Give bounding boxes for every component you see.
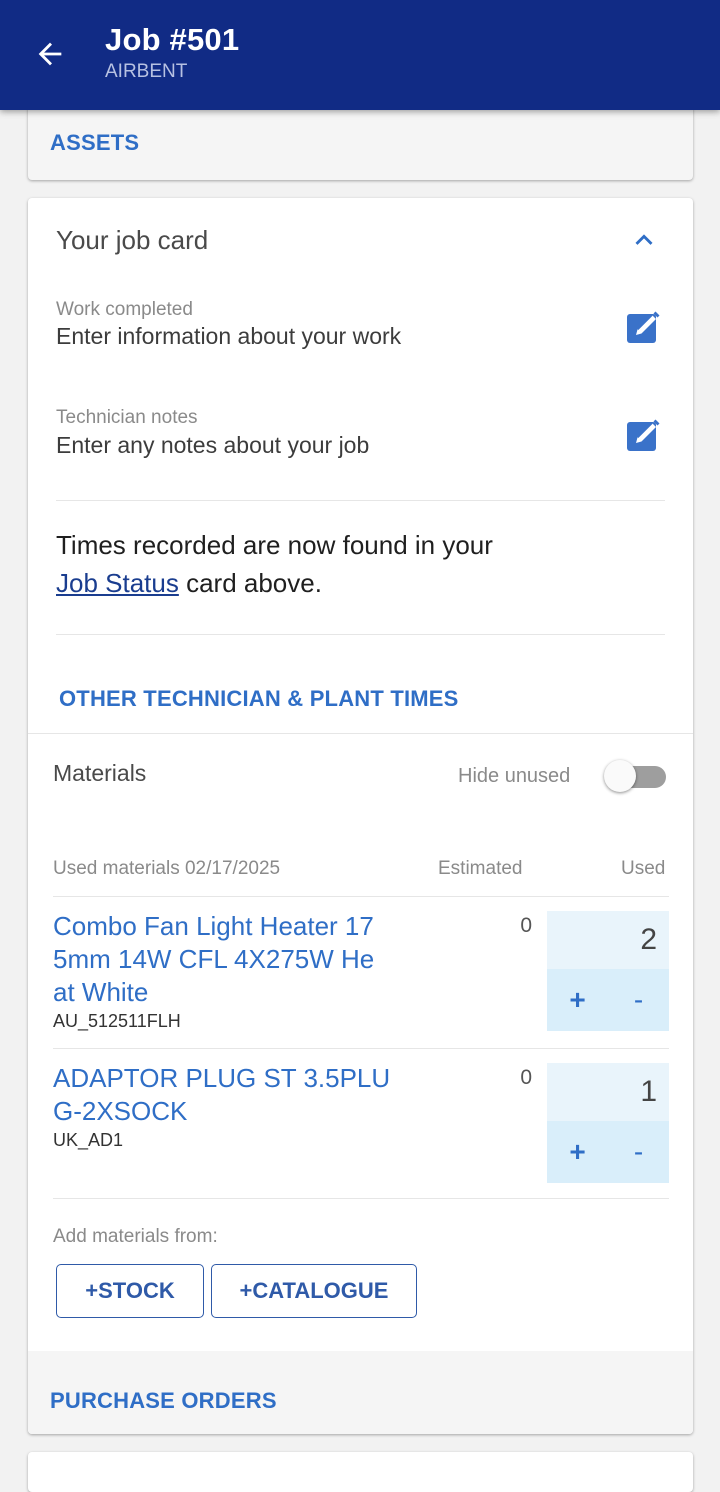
- work-completed-field[interactable]: Enter information about your work: [56, 323, 401, 350]
- work-completed-label: Work completed: [56, 299, 193, 320]
- divider: [56, 634, 665, 635]
- app-bar: Job #501 AIRBENT: [0, 0, 720, 110]
- material-name-line: Combo Fan Light Heater 17: [53, 911, 374, 941]
- material-name-line: ADAPTOR PLUG ST 3.5PLU: [53, 1063, 391, 1093]
- hide-unused-label: Hide unused: [458, 765, 571, 787]
- estimated-value: 0: [520, 1066, 532, 1089]
- quantity-stepper: 1 + -: [547, 1063, 669, 1183]
- quantity-stepper: 2 + -: [547, 911, 669, 1031]
- divider: [28, 733, 693, 734]
- divider: [53, 1048, 669, 1049]
- materials-title: Materials: [53, 760, 147, 786]
- add-catalogue-button[interactable]: +CATALOGUE: [211, 1264, 417, 1318]
- material-code: UK_AD1: [53, 1130, 124, 1150]
- estimated-header: Estimated: [438, 858, 523, 879]
- times-text-prefix: Times recorded are now found in your: [56, 530, 493, 560]
- used-header: Used: [621, 858, 666, 879]
- technician-notes-label: Technician notes: [56, 407, 198, 428]
- arrow-left-icon: [38, 42, 62, 66]
- material-name-line: at White: [53, 977, 149, 1007]
- material-name-line: G-2XSOCK: [53, 1096, 188, 1126]
- divider: [56, 500, 665, 501]
- page-title: Job #501: [105, 22, 240, 57]
- other-technician-times-link[interactable]: OTHER TECHNICIAN & PLANT TIMES: [59, 686, 459, 712]
- used-quantity: 2: [640, 923, 657, 956]
- toggle-thumb: [604, 760, 636, 792]
- quantity-controls: + -: [547, 1121, 669, 1183]
- times-recorded-note: Times recorded are now found in your Job…: [56, 526, 656, 602]
- purchase-orders-section: PURCHASE ORDERS: [28, 1351, 693, 1434]
- material-code: AU_512511FLH: [53, 1011, 181, 1031]
- times-text-suffix: card above.: [178, 568, 322, 598]
- edit-technician-notes-button[interactable]: [624, 414, 664, 454]
- edit-icon: [627, 419, 660, 451]
- divider: [53, 1198, 669, 1199]
- job-card-title: Your job card: [56, 225, 209, 255]
- used-quantity-field[interactable]: 1: [547, 1063, 669, 1121]
- quantity-controls: + -: [547, 969, 669, 1031]
- edit-work-completed-button[interactable]: [624, 306, 664, 346]
- increment-button[interactable]: +: [547, 1121, 608, 1183]
- collapse-button[interactable]: [624, 220, 664, 260]
- job-card: Your job card Work completed Enter infor…: [28, 198, 693, 1434]
- edit-icon: [627, 311, 660, 343]
- material-name-link[interactable]: Combo Fan Light Heater 17 5mm 14W CFL 4X…: [53, 910, 413, 1009]
- add-stock-button[interactable]: +STOCK: [56, 1264, 204, 1318]
- increment-button[interactable]: +: [547, 969, 608, 1031]
- hide-unused-toggle[interactable]: [604, 760, 666, 792]
- divider: [53, 896, 669, 897]
- purchase-orders-link[interactable]: PURCHASE ORDERS: [50, 1388, 277, 1414]
- used-quantity: 1: [640, 1075, 657, 1108]
- material-name-link[interactable]: ADAPTOR PLUG ST 3.5PLU G-2XSOCK: [53, 1062, 413, 1128]
- chevron-up-icon: [635, 234, 653, 245]
- decrement-button[interactable]: -: [608, 969, 669, 1031]
- used-materials-header: Used materials 02/17/2025: [53, 858, 281, 879]
- estimated-value: 0: [520, 914, 532, 937]
- back-button[interactable]: [26, 30, 74, 78]
- assets-link[interactable]: ASSETS: [50, 130, 139, 156]
- used-quantity-field[interactable]: 2: [547, 911, 669, 969]
- material-name-line: 5mm 14W CFL 4X275W He: [53, 944, 375, 974]
- next-card: [28, 1452, 693, 1492]
- technician-notes-field[interactable]: Enter any notes about your job: [56, 432, 369, 459]
- page-subtitle: AIRBENT: [105, 61, 188, 82]
- job-status-link[interactable]: Job Status: [56, 568, 179, 598]
- decrement-button[interactable]: -: [608, 1121, 669, 1183]
- add-materials-label: Add materials from:: [53, 1226, 218, 1247]
